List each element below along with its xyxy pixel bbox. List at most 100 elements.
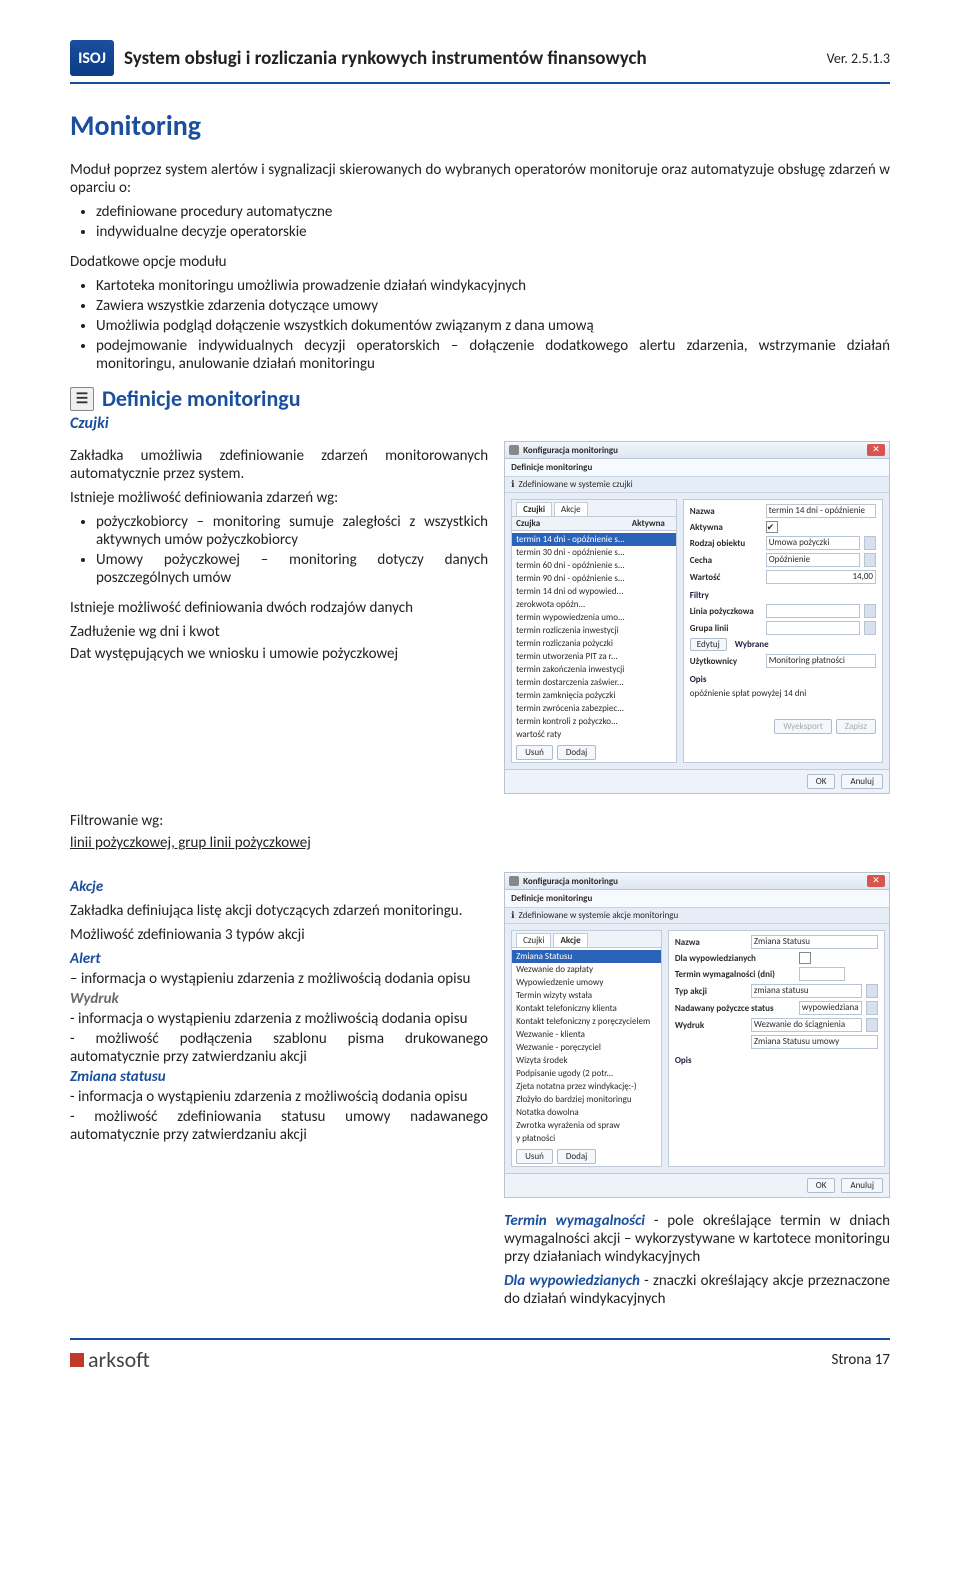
field-uzytkownicy[interactable]: Monitoring płatności xyxy=(766,654,876,668)
field-nazwa[interactable]: Zmiana Statusu xyxy=(751,935,878,949)
label-typ: Typ akcji xyxy=(675,986,747,997)
label-nazwa: Nazwa xyxy=(690,506,762,517)
defmon-heading: ☰ Definicje monitoringu xyxy=(70,385,890,412)
list-row[interactable]: Wezwanie - poręczyciel xyxy=(512,1041,661,1054)
field-nazwa[interactable]: termin 14 dni - opóźnienie spłaty xyxy=(766,504,876,518)
list-row[interactable]: Notatka dowolna xyxy=(512,1106,661,1119)
list-row[interactable]: Wezwanie do zapłaty xyxy=(512,963,661,976)
field-linia[interactable] xyxy=(766,604,860,618)
checkbox-aktywna[interactable]: ✔ xyxy=(766,521,778,533)
dropdown-icon[interactable] xyxy=(864,536,876,550)
footer-logo-text: arksoft xyxy=(88,1346,150,1373)
field-wydruk-2[interactable]: Zmiana Statusu umowy xyxy=(751,1035,878,1049)
close-icon[interactable]: ✕ xyxy=(867,875,885,887)
list-row[interactable]: termin rozliczania pożyczki xyxy=(512,637,676,650)
ok-button[interactable]: OK xyxy=(807,774,836,789)
field-grupa[interactable] xyxy=(766,621,860,635)
wydruk-l1: - informacja o wystąpieniu zdarzenia z m… xyxy=(70,1010,488,1028)
close-icon[interactable]: ✕ xyxy=(867,444,885,456)
dialog-title: Konfiguracja monitoringu xyxy=(523,876,618,887)
list-row[interactable]: termin kontroli z pożyczko... xyxy=(512,715,676,728)
add-button[interactable]: Dodaj xyxy=(557,1149,596,1164)
ok-button[interactable]: OK xyxy=(807,1178,836,1193)
list-row[interactable]: termin rozliczenia inwestycji xyxy=(512,624,676,637)
list-row[interactable]: Podpisanie ugody (2 potr... xyxy=(512,1067,661,1080)
delete-button[interactable]: Usuń xyxy=(516,1149,553,1164)
app-icon xyxy=(509,876,519,886)
tab-akcje[interactable]: Akcje xyxy=(554,502,588,516)
list-row[interactable]: termin zakończenia inwestycji xyxy=(512,663,676,676)
footer-logo-icon xyxy=(70,1353,84,1367)
list-row[interactable]: Termin wizyty wstała xyxy=(512,989,661,1002)
label-uzytkownicy: Użytkownicy xyxy=(690,656,762,667)
czujki-p3a: Istnieje możliwość definiowania dwóch ro… xyxy=(70,599,488,617)
zmiana-title: Zmiana statusu xyxy=(70,1068,488,1086)
akcje-p1: Zakładka definiująca listę akcji dotyczą… xyxy=(70,902,488,920)
label-termin: Termin wymagalności (dni) xyxy=(675,969,795,980)
field-opis[interactable] xyxy=(675,1069,878,1103)
list-row[interactable]: Kontakt telefoniczny z poręczycielem xyxy=(512,1015,661,1028)
col-header-czujka: Czujka xyxy=(512,517,628,530)
list-row[interactable]: termin dostarczenia zaświer... xyxy=(512,676,676,689)
dropdown-icon[interactable] xyxy=(866,1001,878,1015)
dropdown-icon[interactable] xyxy=(864,604,876,618)
list-row[interactable]: termin utworzenia PIT za r... xyxy=(512,650,676,663)
edit-button[interactable]: Edytuj xyxy=(690,638,727,651)
czujki-p2: Istnieje możliwość definiowania zdarzeń … xyxy=(70,489,488,507)
czujki-list-pane[interactable]: termin 14 dni - opóźnienie s... termin 3… xyxy=(512,531,676,743)
dialog-title: Konfiguracja monitoringu xyxy=(523,445,618,456)
page-number: Strona 17 xyxy=(832,1351,890,1369)
dropdown-icon[interactable] xyxy=(864,621,876,635)
list-row[interactable]: Zmiana Statusu xyxy=(512,950,661,963)
add-button[interactable]: Dodaj xyxy=(557,745,596,760)
field-nadawany[interactable]: wypowiedziana xyxy=(799,1001,862,1015)
list-row[interactable]: Wypowiedzenie umowy xyxy=(512,976,661,989)
akcje-p2: Możliwość zdefiniowania 3 typów akcji xyxy=(70,926,488,944)
list-row[interactable]: Zjeta notatna przez windykację:-) xyxy=(512,1080,661,1093)
dropdown-icon[interactable] xyxy=(866,1018,878,1032)
field-opis[interactable]: opóźnienie spłat powyżej 14 dni xyxy=(690,688,876,712)
list-row[interactable]: termin 30 dni - opóźnienie s... xyxy=(512,546,676,559)
zmiana-l2: - możliwość zdefiniowania statusu umowy … xyxy=(70,1108,488,1144)
list-row[interactable]: termin wypowiedzenia umo... xyxy=(512,611,676,624)
field-wartosc[interactable]: 14,00 xyxy=(766,570,876,584)
list-row[interactable]: termin zwrócenia zabezpiec... xyxy=(512,702,676,715)
cancel-button[interactable]: Anuluj xyxy=(841,1178,883,1193)
wydruk-title: Wydruk xyxy=(70,990,488,1008)
delete-button[interactable]: Usuń xyxy=(516,745,553,760)
akcje-dialog: Konfiguracja monitoringu ✕ Definicje mon… xyxy=(504,872,890,1198)
list-row[interactable]: Wezwanie - klienta xyxy=(512,1028,661,1041)
list-item: pożyczkobiorcy – monitoring sumuje zaleg… xyxy=(96,513,488,549)
list-row[interactable]: zerokwota opóźn... xyxy=(512,598,676,611)
system-title: System obsługi i rozliczania rynkowych i… xyxy=(124,47,647,70)
list-row[interactable]: Kontakt telefoniczny klienta xyxy=(512,1002,661,1015)
list-row[interactable]: Zwrotka wyrażenia od spraw xyxy=(512,1119,661,1132)
dropdown-icon[interactable] xyxy=(866,984,878,998)
list-row[interactable]: termin zamknięcia pożyczki xyxy=(512,689,676,702)
list-item: podejmowanie indywidualnych decyzji oper… xyxy=(96,337,890,373)
list-row[interactable]: wartość raty xyxy=(512,728,676,741)
list-row[interactable]: Wizyta środek xyxy=(512,1054,661,1067)
list-item: Kartoteka monitoringu umożliwia prowadze… xyxy=(96,277,890,295)
checkbox-dla[interactable] xyxy=(799,952,811,964)
list-row[interactable]: termin 14 dni - opóźnienie s... xyxy=(512,533,676,546)
field-typ[interactable]: zmiana statusu xyxy=(751,984,862,998)
term-wymagalnosci: Termin wymagalności xyxy=(504,1212,645,1230)
tab-akcje[interactable]: Akcje xyxy=(553,933,587,947)
list-row[interactable]: termin 60 dni - opóźnienie s... xyxy=(512,559,676,572)
field-wydruk[interactable]: Wezwanie do ściągnienia wkładu (Pożyczko… xyxy=(751,1018,862,1032)
tab-czujki[interactable]: Czujki xyxy=(516,933,551,947)
akcje-list-pane[interactable]: Zmiana Statusu Wezwanie do zapłaty Wypow… xyxy=(512,948,661,1147)
list-row[interactable]: y płatności xyxy=(512,1132,661,1145)
cancel-button[interactable]: Anuluj xyxy=(841,774,883,789)
app-icon xyxy=(509,445,519,455)
field-termin[interactable] xyxy=(799,967,845,981)
dropdown-icon[interactable] xyxy=(864,553,876,567)
tab-czujki[interactable]: Czujki xyxy=(516,502,552,516)
field-cecha[interactable]: Opóźnienie xyxy=(766,553,860,567)
list-row[interactable]: Złożyło do bardziej monitoringu xyxy=(512,1093,661,1106)
field-rodzaj[interactable]: Umowa pożyczki xyxy=(766,536,860,550)
list-row[interactable]: termin 90 dni - opóźnienie s... xyxy=(512,572,676,585)
list-row[interactable]: termin 14 dni od wypowied... xyxy=(512,585,676,598)
list-item: zdefiniowane procedury automatyczne xyxy=(96,203,890,221)
